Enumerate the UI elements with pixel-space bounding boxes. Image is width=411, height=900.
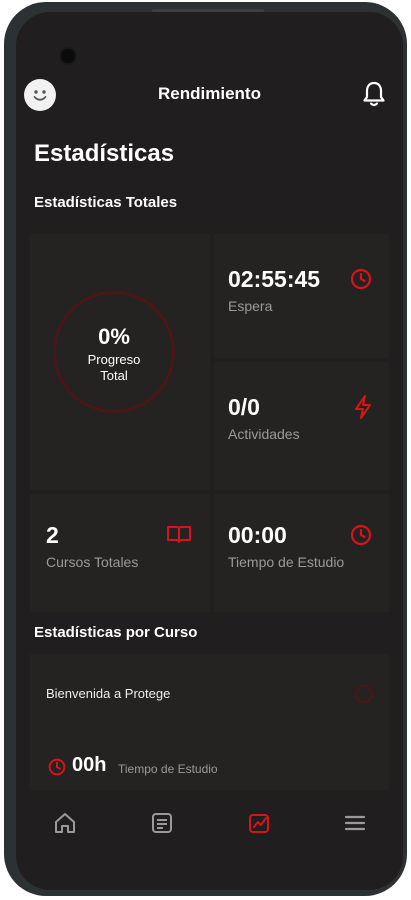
courses-card: 2 Cursos Totales <box>30 494 210 612</box>
menu-icon[interactable] <box>342 810 370 838</box>
phone-frame: Rendimiento Estadísticas Estadísticas To… <box>4 2 407 896</box>
progress-value: 0% <box>98 324 130 349</box>
course-progress-ring <box>354 684 374 709</box>
progress-label: Progreso Total <box>56 352 172 384</box>
activities-value: 0/0 <box>228 394 260 420</box>
clock-icon <box>350 268 372 295</box>
course-time-value: 00h <box>72 754 107 776</box>
progress-label-line2: Total <box>100 368 128 383</box>
bottom-nav <box>16 796 403 858</box>
courses-value: 2 <box>46 522 59 548</box>
clock-icon <box>350 524 372 551</box>
clock-icon <box>48 758 66 781</box>
header-title: Rendimiento <box>158 84 261 103</box>
totals-section-title: Estadísticas Totales <box>34 194 178 211</box>
document-icon[interactable] <box>149 810 177 838</box>
wait-value: 02:55:45 <box>228 266 321 292</box>
home-icon[interactable] <box>52 810 80 838</box>
book-icon <box>166 524 192 549</box>
app-header: Rendimiento <box>16 78 403 122</box>
course-time-label: Tiempo de Estudio <box>118 762 218 776</box>
bell-icon[interactable] <box>361 80 387 108</box>
study-time-label: Tiempo de Estudio <box>228 554 345 570</box>
study-time-card: 00:00 Tiempo de Estudio <box>214 494 389 612</box>
wait-card: 02:55:45 Espera <box>214 234 389 358</box>
lightning-icon <box>352 394 374 425</box>
progress-ring: 0% Progreso Total <box>53 291 175 413</box>
front-camera <box>61 49 75 63</box>
activities-label: Actividades <box>228 426 300 442</box>
progress-card: 0% Progreso Total <box>30 234 210 490</box>
page-title: Estadísticas <box>34 140 175 167</box>
course-stats-card[interactable]: Bienvenida a Protege 00h Tiempo de Estud… <box>30 654 389 790</box>
course-name: Bienvenida a Protege <box>46 686 171 701</box>
wait-label: Espera <box>228 298 273 314</box>
progress-label-line1: Progreso <box>87 352 141 367</box>
activities-card: 0/0 Actividades <box>214 362 389 490</box>
by-course-section-title: Estadísticas por Curso <box>34 624 198 641</box>
courses-label: Cursos Totales <box>46 554 139 570</box>
performance-icon[interactable] <box>246 810 274 838</box>
study-time-value: 00:00 <box>228 522 287 548</box>
app-screen: Rendimiento Estadísticas Estadísticas To… <box>16 12 403 890</box>
